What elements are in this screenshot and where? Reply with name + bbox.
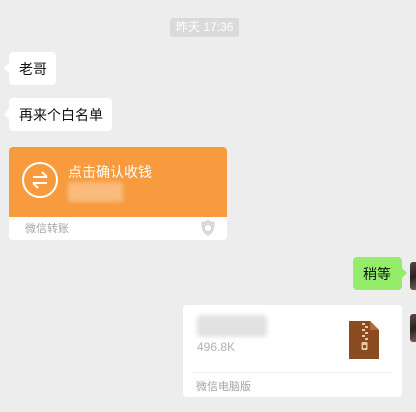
transfer-arrows-icon	[22, 162, 58, 198]
file-name-blurred	[197, 315, 267, 337]
avatar[interactable]	[410, 262, 416, 290]
file-message-card[interactable]: 496.8K 微信电脑版	[183, 305, 402, 397]
message-timestamp: 昨天 17:36	[170, 18, 240, 37]
transfer-amount-blurred	[68, 182, 123, 202]
avatar[interactable]	[410, 314, 416, 342]
shield-icon	[201, 220, 215, 236]
zip-file-icon	[349, 321, 379, 359]
sent-message-bubble[interactable]: 稍等	[353, 257, 407, 290]
transfer-card[interactable]: 点击确认收钱 微信转账	[9, 147, 227, 240]
received-message-bubble[interactable]: 老哥	[4, 52, 56, 85]
transfer-title: 点击确认收钱	[68, 164, 152, 180]
transfer-card-header: 点击确认收钱	[9, 147, 227, 217]
file-size: 496.8K	[197, 340, 236, 354]
received-message-bubble[interactable]: 再来个白名单	[4, 98, 112, 131]
divider	[193, 372, 392, 373]
transfer-footer-label: 微信转账	[25, 223, 69, 235]
chat-window: 昨天 17:36 老哥 再来个白名单 点击确认收钱 微信转账 稍等 496.8K	[0, 0, 416, 412]
file-source-label: 微信电脑版	[196, 381, 251, 393]
